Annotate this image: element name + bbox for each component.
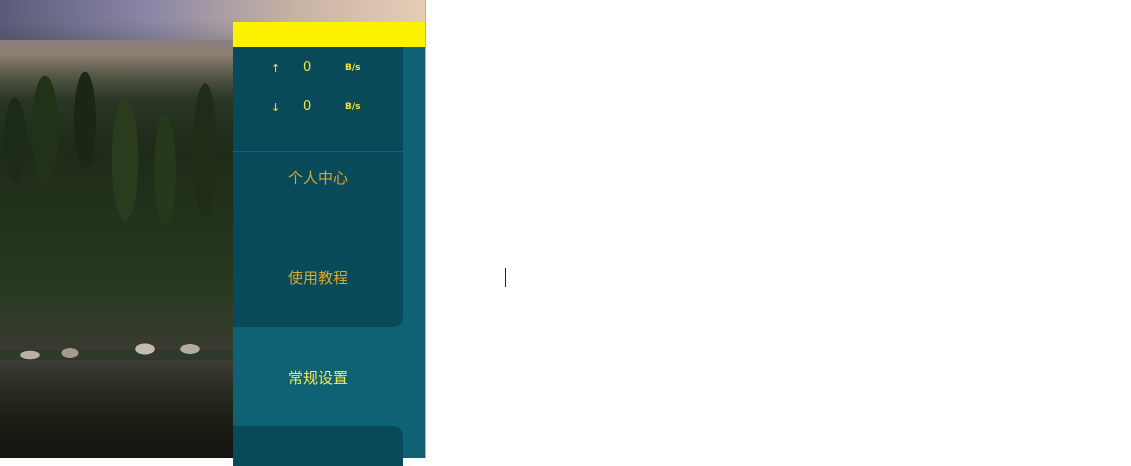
title-bar[interactable] — [233, 22, 425, 47]
menu-item-general-settings[interactable]: 常规设置 — [233, 367, 403, 388]
forest-region — [0, 20, 233, 350]
upload-speed-unit: B/s — [345, 63, 361, 73]
window-border — [425, 0, 426, 458]
download-arrow-icon: ↓ — [271, 101, 281, 114]
divider — [233, 151, 403, 152]
menu-item-tutorial[interactable]: 使用教程 — [233, 267, 403, 288]
upload-arrow-icon: ↑ — [271, 62, 281, 75]
side-panel: ↑ 0 B/s ↓ 0 B/s 个人中心 使用教程 常规设置 — [233, 22, 425, 466]
text-cursor — [505, 268, 506, 287]
menu-item-next[interactable] — [233, 426, 403, 466]
menu-item-personal-center[interactable]: 个人中心 — [233, 167, 403, 188]
download-speed-row: ↓ 0 B/s — [233, 99, 403, 119]
lake-reflection — [0, 360, 233, 458]
download-speed-unit: B/s — [345, 102, 361, 112]
download-speed-value: 0 — [303, 99, 312, 114]
upload-speed-row: ↑ 0 B/s — [233, 60, 403, 80]
upload-speed-value: 0 — [303, 60, 312, 75]
